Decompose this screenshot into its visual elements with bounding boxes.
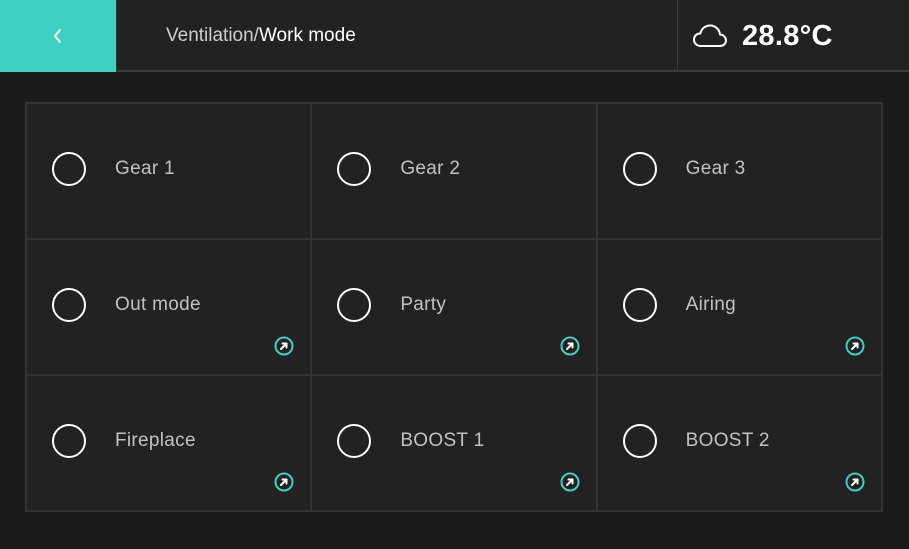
- radio-button[interactable]: [52, 424, 86, 458]
- main-content: Gear 1 Gear 2 Gear 3 Out mode Party Airi…: [0, 72, 909, 549]
- temperature-value: 28.8°C: [742, 19, 833, 52]
- breadcrumb: Ventilation/Work mode: [166, 0, 356, 72]
- mode-label: Out mode: [115, 294, 201, 315]
- header-divider: [677, 0, 678, 72]
- arrow-up-right-circle-icon[interactable]: [560, 472, 580, 492]
- radio-button[interactable]: [622, 152, 657, 186]
- mode-label: Gear 2: [400, 158, 461, 179]
- arrow-up-right-circle-icon[interactable]: [845, 472, 865, 492]
- mode-label: Fireplace: [115, 430, 196, 451]
- mode-tile-out-mode[interactable]: Out mode: [27, 240, 311, 374]
- radio-button[interactable]: [622, 288, 657, 322]
- breadcrumb-parent: Ventilation/: [166, 25, 259, 46]
- mode-tile-gear-1[interactable]: Gear 1: [27, 104, 311, 238]
- mode-tile-gear-2[interactable]: Gear 2: [312, 104, 596, 238]
- arrow-up-right-circle-icon[interactable]: [274, 336, 294, 356]
- arrow-up-right-circle-icon[interactable]: [560, 336, 580, 356]
- radio-button[interactable]: [337, 288, 372, 322]
- work-mode-screen: Ventilation/Work mode 28.8°C Gear 1 Gear…: [0, 0, 909, 549]
- mode-label: BOOST 1: [400, 430, 485, 451]
- cloud-icon: [693, 24, 727, 47]
- mode-label: Gear 1: [115, 158, 175, 179]
- mode-label: Airing: [685, 294, 737, 315]
- radio-button[interactable]: [52, 152, 86, 186]
- mode-tile-boost-1[interactable]: BOOST 1: [312, 376, 596, 510]
- radio-button[interactable]: [337, 424, 372, 458]
- mode-tile-fireplace[interactable]: Fireplace: [27, 376, 311, 510]
- arrow-up-right-circle-icon[interactable]: [845, 336, 865, 356]
- mode-tile-boost-2[interactable]: BOOST 2: [597, 376, 881, 510]
- weather-widget: 28.8°C: [680, 0, 909, 72]
- mode-label: BOOST 2: [685, 430, 770, 451]
- arrow-up-right-circle-icon[interactable]: [274, 472, 294, 492]
- radio-button[interactable]: [337, 152, 372, 186]
- mode-tile-party[interactable]: Party: [312, 240, 596, 374]
- mode-tile-gear-3[interactable]: Gear 3: [597, 104, 881, 238]
- breadcrumb-current: Work mode: [258, 25, 356, 46]
- header-bar: Ventilation/Work mode 28.8°C: [0, 0, 909, 72]
- mode-label: Gear 3: [685, 158, 746, 179]
- chevron-left-icon: [54, 29, 61, 43]
- radio-button[interactable]: [52, 288, 86, 322]
- mode-tile-airing[interactable]: Airing: [597, 240, 881, 374]
- header-divider: [116, 0, 117, 72]
- mode-label: Party: [400, 294, 447, 315]
- radio-button[interactable]: [622, 424, 657, 458]
- back-button[interactable]: [0, 0, 116, 72]
- mode-grid: Gear 1 Gear 2 Gear 3 Out mode Party Airi…: [25, 102, 883, 512]
